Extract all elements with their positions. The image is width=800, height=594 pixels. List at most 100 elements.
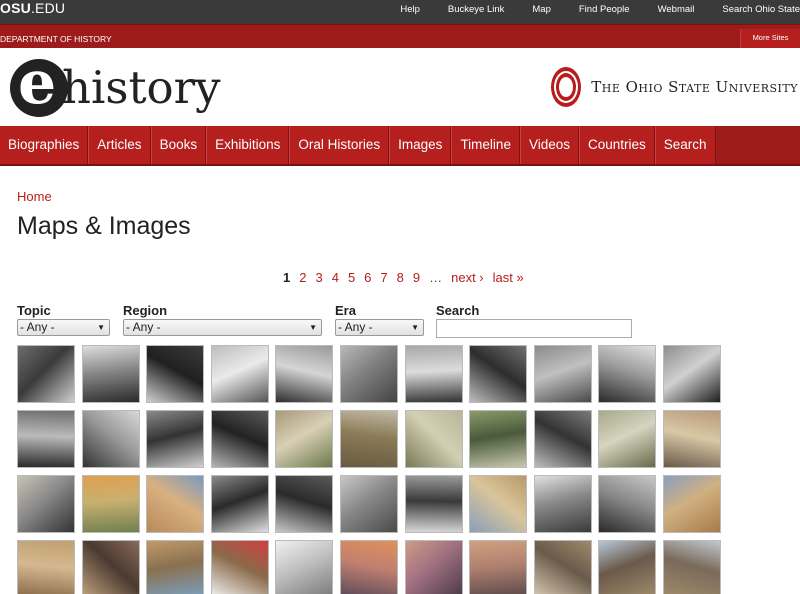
image-thumbnail[interactable] — [17, 410, 75, 468]
image-thumbnail[interactable] — [17, 345, 75, 403]
image-thumbnail[interactable] — [533, 475, 592, 533]
search-input[interactable] — [436, 319, 632, 338]
pager-page[interactable]: 5 — [348, 270, 355, 285]
osu-edu-logo[interactable]: OSU.EDU — [0, 0, 65, 24]
chevron-down-icon: ▼ — [97, 323, 105, 332]
image-thumbnail[interactable] — [533, 410, 592, 468]
image-thumbnail[interactable] — [663, 345, 721, 403]
nav-biographies[interactable]: Biographies — [0, 126, 89, 164]
pager-last[interactable]: last » — [493, 270, 524, 285]
university-name: The Ohio State University — [591, 78, 798, 96]
image-thumbnail[interactable] — [17, 475, 75, 533]
image-thumbnail[interactable] — [404, 475, 463, 533]
topic-select[interactable]: - Any - ▼ — [17, 319, 110, 336]
osu-brand[interactable]: The Ohio State University — [551, 66, 798, 108]
pager-page[interactable]: 9 — [413, 270, 420, 285]
image-thumbnail[interactable] — [146, 345, 205, 403]
image-thumbnail[interactable] — [146, 475, 205, 533]
image-thumbnail[interactable] — [598, 475, 657, 533]
pager-page[interactable]: 3 — [315, 270, 322, 285]
nav-oral-histories[interactable]: Oral Histories — [289, 126, 390, 164]
nav-countries[interactable]: Countries — [579, 126, 655, 164]
image-thumbnail[interactable] — [663, 410, 721, 468]
page-title: Maps & Images — [17, 212, 191, 240]
image-thumbnail[interactable] — [404, 540, 463, 594]
site-header: e history The Ohio State University — [0, 48, 800, 126]
nav-timeline[interactable]: Timeline — [451, 126, 520, 164]
map-link[interactable]: Map — [532, 0, 550, 24]
pager-page[interactable]: 6 — [364, 270, 371, 285]
era-filter: Era - Any - ▼ — [335, 303, 424, 336]
region-filter: Region - Any - ▼ — [123, 303, 322, 336]
image-thumbnail[interactable] — [340, 345, 398, 403]
find-people-link[interactable]: Find People — [579, 0, 630, 24]
image-thumbnail[interactable] — [533, 345, 592, 403]
region-select[interactable]: - Any - ▼ — [123, 319, 322, 336]
pager-page[interactable]: 4 — [332, 270, 339, 285]
search-filter: Search — [436, 303, 632, 338]
image-thumbnail[interactable] — [663, 475, 721, 533]
chevron-down-icon: ▼ — [411, 323, 419, 332]
department-bar: DEPARTMENT OF HISTORY More Sites — [0, 24, 800, 49]
image-thumbnail[interactable] — [533, 540, 592, 594]
image-thumbnail[interactable] — [275, 475, 334, 533]
more-sites-button[interactable]: More Sites — [740, 29, 800, 49]
pager-page[interactable]: 2 — [299, 270, 306, 285]
image-thumbnail[interactable] — [598, 540, 657, 594]
image-thumbnail[interactable] — [469, 345, 528, 403]
image-thumbnail[interactable] — [210, 345, 269, 403]
block-o-icon — [551, 67, 582, 107]
ehistory-wordmark: history — [62, 61, 221, 114]
pager-page[interactable]: 8 — [397, 270, 404, 285]
image-thumbnail[interactable] — [598, 410, 657, 468]
osu-top-bar: OSU.EDU Help Buckeye Link Map Find Peopl… — [0, 0, 800, 24]
department-name[interactable]: DEPARTMENT OF HISTORY — [0, 34, 112, 44]
pager-page[interactable]: 7 — [380, 270, 387, 285]
breadcrumb-home[interactable]: Home — [17, 189, 52, 204]
image-thumbnail[interactable] — [81, 540, 140, 594]
nav-search[interactable]: Search — [654, 126, 716, 164]
image-thumbnail[interactable] — [404, 410, 463, 468]
image-thumbnail[interactable] — [17, 540, 75, 594]
search-ohio-state-link[interactable]: Search Ohio State — [722, 0, 800, 24]
topic-filter: Topic - Any - ▼ — [17, 303, 110, 336]
image-thumbnail[interactable] — [404, 345, 463, 403]
image-thumbnail[interactable] — [146, 410, 205, 468]
image-thumbnail[interactable] — [469, 410, 528, 468]
image-thumbnail[interactable] — [340, 475, 398, 533]
image-thumbnail[interactable] — [598, 345, 657, 403]
ehistory-logo[interactable]: e history — [10, 53, 240, 124]
help-link[interactable]: Help — [400, 0, 420, 24]
image-thumbnail[interactable] — [275, 345, 334, 403]
image-thumbnail[interactable] — [340, 410, 398, 468]
buckeye-link[interactable]: Buckeye Link — [448, 0, 505, 24]
image-thumbnail[interactable] — [469, 475, 528, 533]
image-thumbnail[interactable] — [469, 540, 528, 594]
region-label: Region — [123, 303, 168, 318]
pager-ellipsis: … — [429, 270, 443, 285]
image-thumbnail[interactable] — [81, 345, 140, 403]
nav-videos[interactable]: Videos — [519, 126, 579, 164]
image-thumbnail[interactable] — [210, 475, 269, 533]
nav-articles[interactable]: Articles — [88, 126, 151, 164]
pager-current: 1 — [283, 270, 291, 285]
ehistory-e-mark: e — [10, 53, 68, 117]
image-thumbnail[interactable] — [663, 540, 721, 594]
nav-exhibitions[interactable]: Exhibitions — [206, 126, 290, 164]
image-thumbnail[interactable] — [210, 540, 269, 594]
image-thumbnail[interactable] — [275, 540, 334, 594]
nav-books[interactable]: Books — [150, 126, 207, 164]
image-thumbnail[interactable] — [81, 410, 140, 468]
image-thumbnail[interactable] — [210, 410, 269, 468]
nav-images[interactable]: Images — [389, 126, 452, 164]
image-thumbnail[interactable] — [81, 475, 140, 533]
search-label: Search — [436, 303, 480, 318]
webmail-link[interactable]: Webmail — [658, 0, 695, 24]
image-thumbnail[interactable] — [340, 540, 398, 594]
era-select[interactable]: - Any - ▼ — [335, 319, 424, 336]
main-nav: Biographies Articles Books Exhibitions O… — [0, 126, 800, 166]
chevron-down-icon: ▼ — [309, 323, 317, 332]
pager-next[interactable]: next › — [451, 270, 484, 285]
image-thumbnail[interactable] — [146, 540, 205, 594]
image-thumbnail[interactable] — [275, 410, 334, 468]
